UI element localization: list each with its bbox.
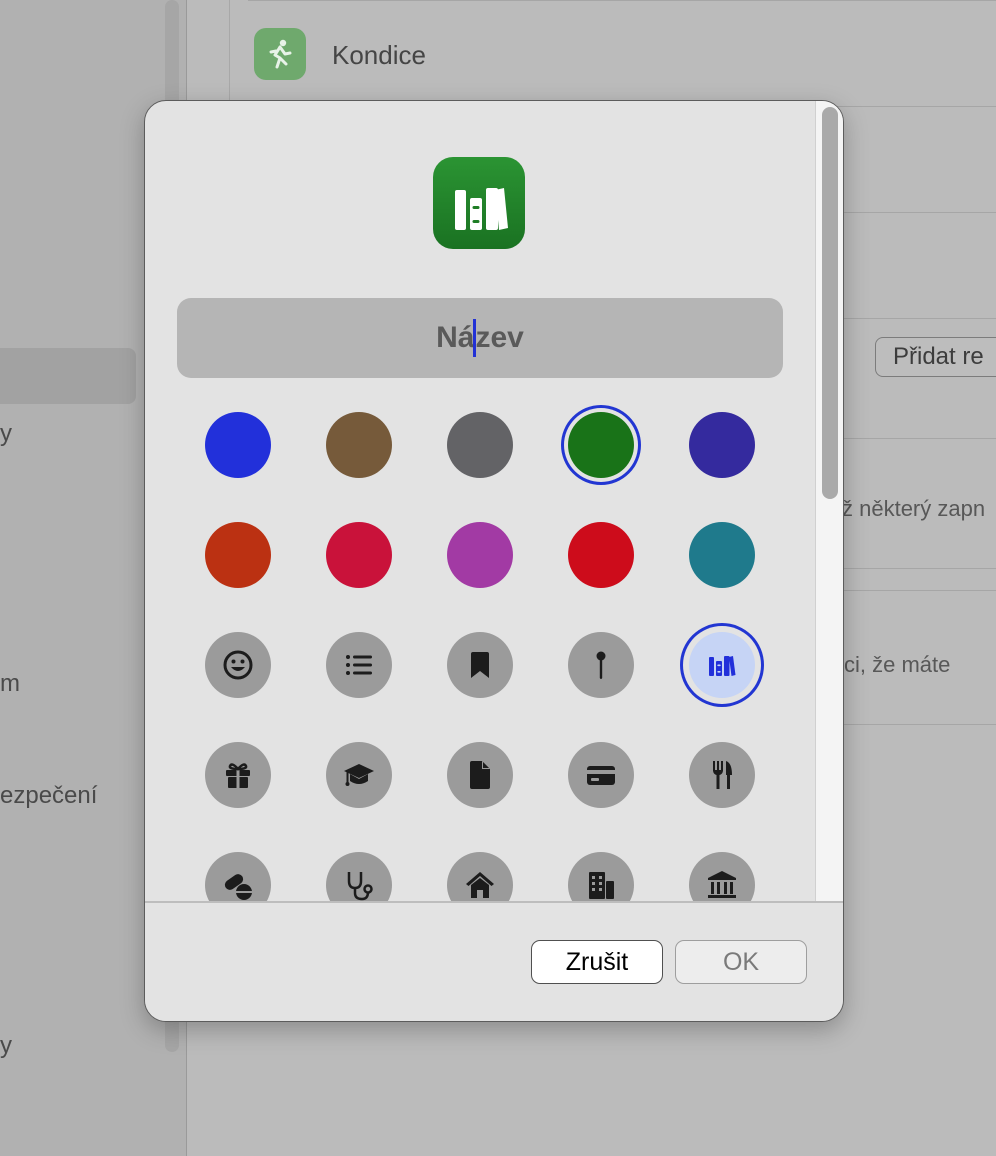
color-swatch-green[interactable] [568, 412, 634, 478]
icon-option-building[interactable] [568, 852, 634, 901]
bookmark-icon [471, 652, 489, 678]
color-swatch-orange[interactable] [205, 522, 271, 588]
kondice-label: Kondice [332, 40, 426, 70]
cancel-button[interactable]: Zrušit [531, 940, 663, 984]
icon-option-dining[interactable] [689, 742, 755, 808]
fork-knife-icon [713, 761, 732, 789]
color-swatch-brown[interactable] [326, 412, 392, 478]
house-icon [466, 872, 494, 898]
icon-option-card[interactable] [568, 742, 634, 808]
color-swatch-gray[interactable] [447, 412, 513, 478]
divider [248, 0, 996, 1]
sidebar-item-fragment[interactable]: ezpečení [0, 782, 97, 810]
sidebar-item-fragment[interactable]: m [0, 670, 20, 698]
icon-option-gift[interactable] [205, 742, 271, 808]
description-fragment: ci, že máte [844, 652, 951, 677]
sidebar-selected-item[interactable] [0, 348, 136, 404]
stethoscope-icon [347, 872, 373, 901]
icon-option-stethoscope[interactable] [326, 852, 392, 901]
dialog-scroll-area[interactable]: Ná zev [145, 101, 843, 901]
name-placeholder-start: Ná [436, 321, 475, 354]
icon-option-document[interactable] [447, 742, 513, 808]
dialog-scrollbar-thumb[interactable] [822, 107, 838, 499]
icon-option-pin[interactable] [568, 632, 634, 698]
books-icon [709, 656, 736, 676]
building-icon [589, 872, 614, 899]
graduation-cap-icon [344, 764, 374, 786]
color-swatch-purple[interactable] [447, 522, 513, 588]
color-swatch-crimson[interactable] [326, 522, 392, 588]
icon-option-pills[interactable] [205, 852, 271, 901]
smiley-icon [223, 650, 253, 680]
color-swatch-teal[interactable] [689, 522, 755, 588]
icon-option-list[interactable] [326, 632, 392, 698]
gift-icon [226, 763, 250, 788]
list-name-input[interactable]: Ná zev [177, 298, 783, 378]
list-icon [346, 655, 372, 675]
icon-option-house[interactable] [447, 852, 513, 901]
document-icon [470, 761, 490, 789]
list-preview-icon [433, 157, 525, 249]
list-info-dialog: Ná zev Zrušit OK [144, 100, 844, 1022]
icon-option-smiley[interactable] [205, 632, 271, 698]
sidebar-item-fragment[interactable]: y [0, 1032, 12, 1060]
name-placeholder-end: zev [475, 321, 524, 354]
color-swatch-red[interactable] [568, 522, 634, 588]
sidebar-item-fragment[interactable]: y [0, 420, 12, 448]
description-fragment: ž některý zapn [842, 496, 986, 521]
color-swatch-indigo[interactable] [689, 412, 755, 478]
icon-option-books[interactable] [689, 632, 755, 698]
add-button[interactable]: Přidat re [875, 337, 996, 377]
running-icon [254, 28, 306, 80]
pin-icon [596, 651, 606, 679]
bank-icon [708, 871, 736, 898]
icon-option-bank[interactable] [689, 852, 755, 901]
pills-icon [224, 874, 252, 900]
color-swatch-blue[interactable] [205, 412, 271, 478]
credit-card-icon [587, 766, 615, 785]
ok-button[interactable]: OK [675, 940, 807, 984]
icon-option-bookmark[interactable] [447, 632, 513, 698]
icon-option-graduation[interactable] [326, 742, 392, 808]
text-caret [473, 319, 477, 357]
